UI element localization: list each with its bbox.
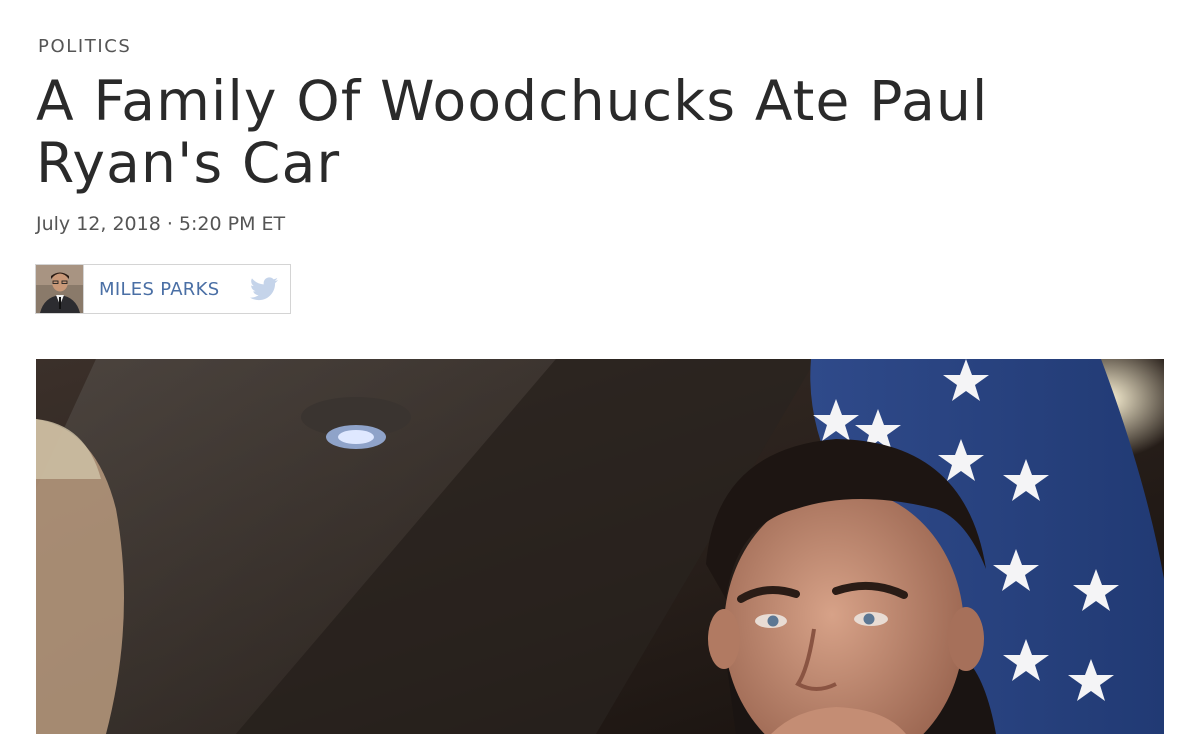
section-label[interactable]: POLITICS xyxy=(38,36,131,57)
lead-photo xyxy=(36,359,1164,734)
author-name-link[interactable]: MILES PARKS xyxy=(99,279,250,300)
twitter-bird-icon[interactable] xyxy=(250,277,278,301)
article-dateline: July 12, 2018 · 5:20 PM ET xyxy=(36,213,286,235)
author-byline[interactable]: MILES PARKS xyxy=(35,264,291,314)
article-headline: A Family Of Woodchucks Ate Paul Ryan's C… xyxy=(36,69,989,195)
author-avatar[interactable] xyxy=(36,265,84,313)
